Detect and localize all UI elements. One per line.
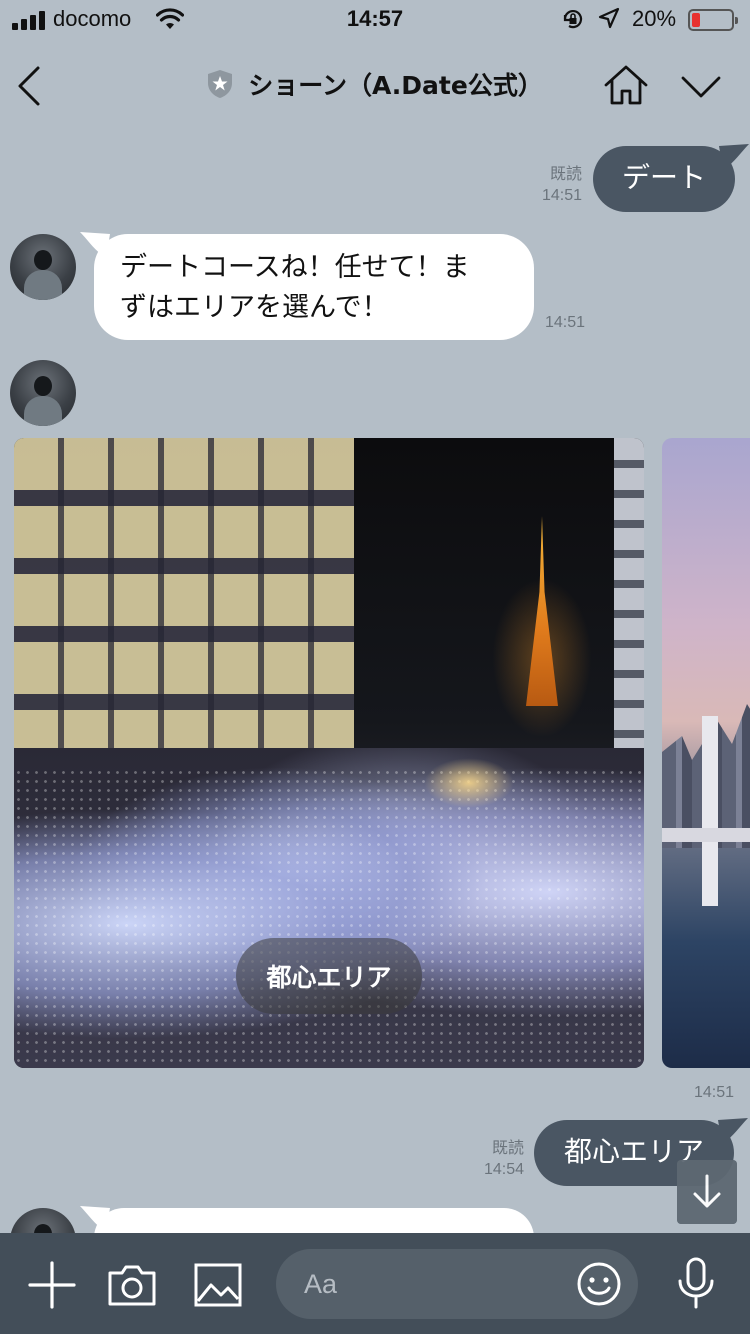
photo-street-glow — [424, 758, 514, 808]
message-input[interactable] — [304, 1249, 584, 1319]
message-text-line: デートコースね！任せて！ま — [120, 252, 470, 283]
bubble-tail — [80, 232, 110, 258]
bubble-tail — [80, 1206, 110, 1232]
read-receipt: 既読 — [549, 166, 582, 183]
bubble-tail — [718, 1118, 748, 1144]
input-toolbar — [0, 1233, 750, 1334]
message-time: 14:54 — [483, 1161, 524, 1178]
incoming-message-bubble[interactable]: デートコースね！任せて！ま ずはエリアを選んで！ — [80, 232, 534, 340]
camera-icon[interactable] — [107, 1263, 157, 1307]
photo-sparkle — [14, 768, 644, 1068]
avatar[interactable] — [10, 234, 76, 300]
carousel-card-next[interactable] — [662, 438, 750, 1068]
card-action-button[interactable]: 都心エリア — [236, 938, 422, 1014]
photo-bridge-tower — [702, 716, 718, 906]
photo-building-right — [614, 438, 644, 768]
message-time: 14:51 — [693, 1084, 734, 1101]
chat-header: ショーン（A.Date公式） — [0, 44, 750, 128]
message-meta: 既読 14:54 — [462, 1138, 524, 1180]
official-star-shield-icon — [208, 70, 233, 98]
read-receipt: 既読 — [491, 1140, 524, 1157]
scroll-to-bottom-arrow-icon[interactable] — [677, 1160, 737, 1224]
chat-title: ショーン（A.Date公式） — [248, 71, 543, 100]
status-bar: docomo 14:57 20% — [0, 0, 750, 40]
image-icon[interactable] — [194, 1263, 242, 1307]
battery-icon — [688, 9, 738, 31]
plus-icon[interactable] — [28, 1261, 76, 1309]
battery-level — [692, 13, 700, 27]
message-input-box[interactable] — [276, 1249, 638, 1319]
message-meta: 既読 14:51 — [520, 164, 582, 206]
battery-percent: 20% — [632, 6, 677, 31]
orientation-lock-icon — [563, 10, 583, 29]
photo-bridge-deck — [662, 828, 750, 842]
message-time: 14:51 — [541, 187, 582, 204]
home-icon[interactable] — [603, 64, 649, 106]
message-text: デート — [621, 161, 706, 194]
message-time: 14:51 — [545, 314, 586, 331]
carousel-card[interactable]: 都心エリア — [14, 438, 644, 1068]
message-text-line: ずはエリアを選んで！ — [120, 292, 389, 323]
bubble-tail — [719, 144, 749, 170]
avatar[interactable] — [10, 360, 76, 426]
emoji-icon[interactable] — [576, 1261, 622, 1307]
chevron-down-icon[interactable] — [680, 72, 722, 102]
microphone-icon[interactable] — [676, 1257, 716, 1309]
location-arrow-icon — [598, 7, 620, 29]
outgoing-message-bubble[interactable]: デート — [593, 144, 749, 212]
